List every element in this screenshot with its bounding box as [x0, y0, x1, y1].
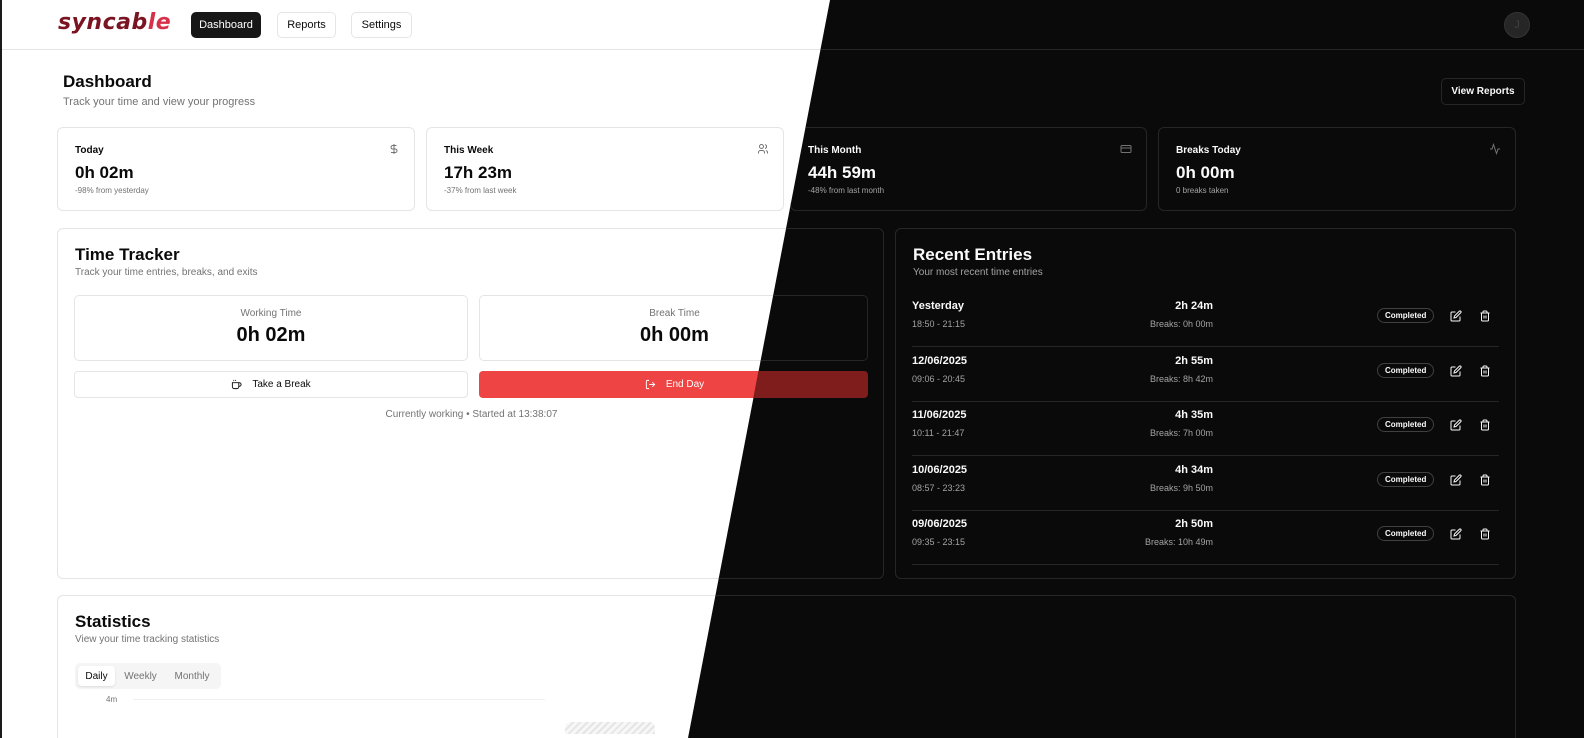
entry-row: Yesterday 18:50 - 21:15 2h 24m Breaks: 0h 0…: [912, 293, 1499, 347]
entry-breaks: Breaks: 9h 50m: [1149, 482, 1213, 493]
activity-icon: [1490, 143, 1500, 155]
entry-row: 09/06/2025 09:35 - 23:15 2h 50m Breaks: 10h…: [912, 511, 1499, 565]
trash-icon[interactable]: [1479, 473, 1491, 485]
syncable-logo[interactable]: syncable: [58, 10, 171, 35]
stat-card-week: This Week 17h 23m -37% from last week: [426, 127, 784, 211]
stat-sub: 0 breaks taken: [1176, 186, 1229, 195]
edit-icon[interactable]: [1450, 473, 1462, 485]
stat-sub: -48% from last month: [808, 186, 885, 195]
entry-time-range: 09:35 - 23:15: [912, 537, 966, 547]
credit-card-icon: [1120, 145, 1132, 153]
stat-label: Today: [75, 145, 104, 156]
stat-value: 44h 59m: [808, 163, 877, 182]
nav-dashboard[interactable]: Dashboard: [191, 12, 261, 38]
tab-daily[interactable]: Daily: [78, 666, 115, 686]
working-time-box: Working Time 0h 02m: [74, 295, 468, 361]
statistics-subtitle: View your time tracking statistics: [75, 634, 220, 645]
entry-breaks: Breaks: 0h 00m: [1149, 319, 1213, 329]
y-axis-tick: 4m: [106, 695, 118, 704]
stat-label: Breaks Today: [1176, 145, 1241, 156]
trash-icon[interactable]: [1479, 309, 1491, 322]
page-title: Dashboard: [63, 72, 152, 91]
stat-sub: -37% from last week: [444, 186, 517, 195]
statistics-tabs: Daily Weekly Monthly: [75, 663, 221, 689]
status-badge: Completed: [1377, 526, 1435, 541]
entry-row: 11/06/2025 10:11 - 21:47 4h 35m Breaks: 7h …: [912, 402, 1499, 456]
trash-icon[interactable]: [1479, 418, 1491, 431]
nav-reports[interactable]: Reports: [277, 12, 336, 38]
chart-bar-placeholder: [565, 722, 655, 734]
working-time-value: 0h 02m: [236, 324, 306, 346]
entry-duration: 2h 50m: [1175, 518, 1213, 530]
stat-card-month: This Month 44h 59m -48% from last month: [790, 127, 1147, 211]
entry-date: 09/06/2025: [912, 518, 968, 530]
page-subtitle: Track your time and view your progress: [63, 96, 256, 108]
users-icon: [758, 144, 769, 154]
edit-icon[interactable]: [1450, 364, 1462, 376]
stat-value: 0h 02m: [75, 163, 134, 182]
entry-duration: 2h 55m: [1175, 354, 1213, 367]
entry-date: 10/06/2025: [912, 463, 968, 476]
entry-duration: 4h 34m: [1175, 463, 1213, 476]
statistics-title: Statistics: [75, 612, 151, 631]
stat-value: 17h 23m: [444, 163, 513, 182]
tab-monthly[interactable]: Monthly: [166, 666, 218, 686]
view-reports-button[interactable]: View Reports: [1441, 78, 1525, 105]
entry-time-range: 08:57 - 23:23: [912, 482, 966, 493]
edit-icon[interactable]: [1450, 309, 1462, 322]
time-tracker-subtitle: Track your time entries, breaks, and exi…: [75, 267, 258, 278]
log-out-icon: [645, 379, 656, 390]
stat-card-today: Today 0h 02m -98% from yesterday: [57, 127, 415, 211]
entry-date: 11/06/2025: [912, 409, 967, 421]
entry-time-range: 18:50 - 21:15: [912, 319, 966, 329]
status-badge: Completed: [1377, 471, 1435, 487]
take-break-label: Take a Break: [252, 379, 311, 390]
entry-date: 12/06/2025: [912, 354, 968, 367]
entry-time-range: 10:11 - 21:47: [912, 428, 965, 438]
stat-card-breaks: Breaks Today 0h 00m 0 breaks taken: [1158, 127, 1516, 211]
stat-value: 0h 00m: [1176, 163, 1235, 182]
entry-duration: 4h 35m: [1175, 409, 1213, 421]
nav-settings[interactable]: Settings: [351, 12, 412, 38]
recent-entries-title: Recent Entries: [913, 245, 1033, 264]
entry-row: 10/06/2025 08:57 - 23:23 4h 34m Breaks: 9h …: [912, 457, 1499, 511]
stat-sub: -98% from yesterday: [75, 186, 149, 195]
end-day-label: End Day: [665, 379, 705, 390]
recent-entries-card: Recent Entries Your most recent time ent…: [895, 228, 1516, 579]
edit-icon[interactable]: [1450, 418, 1462, 431]
dollar-icon: [390, 144, 398, 154]
user-avatar[interactable]: J: [1504, 12, 1530, 38]
entry-breaks: Breaks: 8h 42m: [1149, 373, 1213, 384]
stat-label: This Month: [808, 145, 862, 156]
chart-gridline: [133, 699, 545, 700]
working-time-label: Working Time: [240, 308, 302, 319]
trash-icon[interactable]: [1479, 364, 1491, 376]
recent-entries-subtitle: Your most recent time entries: [913, 267, 1043, 278]
entry-row: 12/06/2025 09:06 - 20:45 2h 55m Breaks: 8h …: [912, 348, 1499, 402]
status-badge: Completed: [1377, 362, 1435, 378]
tab-weekly[interactable]: Weekly: [118, 666, 163, 686]
entry-breaks: Breaks: 10h 49m: [1144, 537, 1213, 547]
entry-breaks: Breaks: 7h 00m: [1149, 428, 1213, 438]
trash-icon[interactable]: [1479, 527, 1491, 540]
status-badge: Completed: [1377, 417, 1435, 432]
stat-label: This Week: [444, 145, 494, 156]
take-break-button[interactable]: Take a Break: [74, 371, 468, 398]
entry-time-range: 09:06 - 20:45: [912, 373, 966, 384]
entry-duration: 2h 24m: [1175, 300, 1213, 312]
entry-date: Yesterday: [912, 300, 964, 312]
edit-icon[interactable]: [1450, 527, 1462, 540]
coffee-icon: [232, 379, 242, 390]
status-badge: Completed: [1377, 308, 1435, 323]
time-tracker-title: Time Tracker: [75, 245, 180, 264]
